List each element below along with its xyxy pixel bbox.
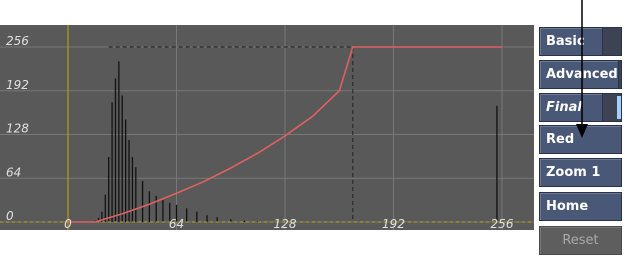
- x-tick-label: 128: [274, 217, 297, 230]
- basic-button-label: Basic: [546, 34, 585, 49]
- final-button-label: Final: [546, 100, 582, 115]
- red-channel-button-label: Red: [546, 132, 575, 147]
- x-tick-label: 256: [491, 217, 514, 230]
- advanced-tab: [617, 61, 621, 88]
- y-tick-label: 0: [6, 209, 14, 223]
- basic-tab: [602, 28, 621, 55]
- x-tick-label: 64: [169, 217, 184, 230]
- x-tick-label: 0: [64, 217, 72, 230]
- y-tick-label: 64: [6, 165, 21, 179]
- final-tab-active-indicator: [602, 94, 621, 121]
- final-button[interactable]: Final: [539, 93, 622, 122]
- red-channel-button[interactable]: Red: [539, 125, 622, 154]
- y-tick-label: 192: [6, 78, 29, 92]
- basic-button[interactable]: Basic: [539, 27, 622, 56]
- y-tick-label: 256: [6, 34, 29, 48]
- reset-button-label: Reset: [562, 233, 599, 248]
- home-button[interactable]: Home: [539, 192, 622, 221]
- advanced-button[interactable]: Advanced: [539, 60, 622, 89]
- home-button-label: Home: [546, 199, 589, 214]
- curve-graph[interactable]: 256 192 128 64 0 0 64 128 192 256: [0, 25, 534, 230]
- zoom-button-label: Zoom 1: [546, 165, 601, 180]
- reset-button[interactable]: Reset: [539, 226, 622, 255]
- zoom-button[interactable]: Zoom 1: [539, 158, 622, 187]
- advanced-button-label: Advanced: [546, 67, 618, 82]
- y-tick-label: 128: [6, 122, 29, 136]
- graph-background: [0, 25, 534, 230]
- x-tick-label: 192: [382, 217, 405, 230]
